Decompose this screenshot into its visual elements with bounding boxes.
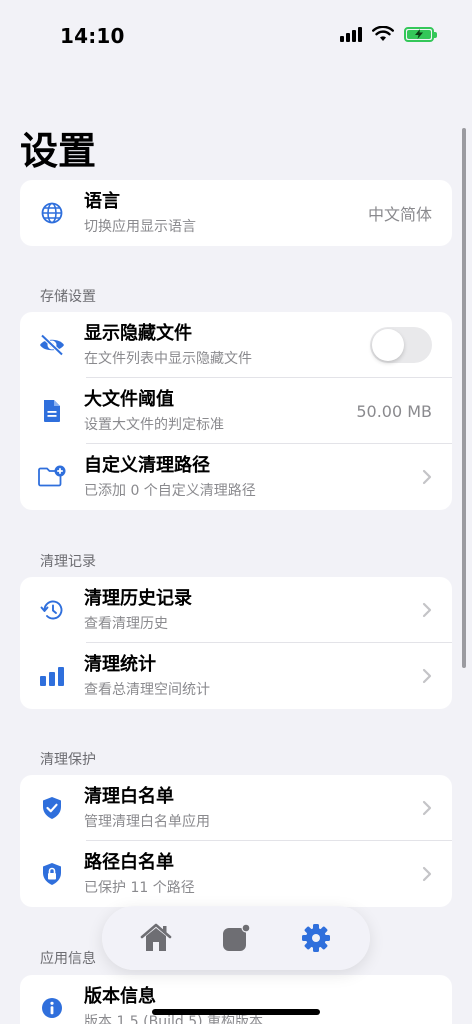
clean-statistics-subtitle: 查看总清理空间统计 [84,682,210,698]
records-group: 清理历史记录 查看清理历史 清理统计 查看总清理空间统计 [20,577,452,709]
version-info-row[interactable]: 版本信息 版本 1.5 (Build 5) 重构版本 [20,975,452,1024]
cellular-signal-icon [340,26,362,42]
custom-clean-paths-title: 自定义清理路径 [84,455,210,476]
clean-history-subtitle: 查看清理历史 [84,616,168,632]
app-badge-icon [223,923,251,951]
tab-bar [102,906,370,970]
history-icon [40,600,63,620]
shield-lock-icon [43,863,61,885]
tab-home[interactable] [126,914,186,962]
language-value: 中文简体 [367,205,432,224]
large-file-threshold-title: 大文件阈值 [84,389,174,410]
path-whitelist-row[interactable]: 路径白名单 已保护 11 个路径 [20,841,452,907]
show-hidden-files-title: 显示隐藏文件 [84,323,192,344]
eye-slash-icon [40,334,64,356]
path-whitelist-subtitle: 已保护 11 个路径 [84,880,195,896]
app-whitelist-row[interactable]: 清理白名单 管理清理白名单应用 [20,775,452,841]
tab-settings[interactable] [286,914,346,962]
show-hidden-files-toggle[interactable] [370,327,432,363]
battery-charging-icon [404,26,437,42]
protection-section-header: 清理保护 [40,752,96,768]
chevron-right-icon [422,668,432,684]
status-icons [340,26,437,42]
custom-clean-paths-subtitle: 已添加 0 个自定义清理路径 [84,483,256,499]
large-file-threshold-row[interactable]: 大文件阈值 设置大文件的判定标准 50.00 MB [20,378,452,444]
language-title: 语言 [84,191,120,212]
folder-add-icon [38,465,66,487]
large-file-threshold-value: 50.00 MB [356,401,432,421]
clean-statistics-title: 清理统计 [84,654,156,675]
home-icon [140,923,172,951]
records-section-header: 清理记录 [40,554,96,570]
show-hidden-files-subtitle: 在文件列表中显示隐藏文件 [84,351,252,367]
clean-history-row[interactable]: 清理历史记录 查看清理历史 [20,577,452,643]
app-info-group: 版本信息 版本 1.5 (Build 5) 重构版本 [20,975,452,1024]
show-hidden-files-row[interactable]: 显示隐藏文件 在文件列表中显示隐藏文件 [20,312,452,378]
home-indicator [152,1009,320,1015]
page-title: 设置 [20,129,97,173]
app-whitelist-title: 清理白名单 [84,786,174,807]
shield-check-icon [43,797,61,819]
path-whitelist-title: 路径白名单 [84,852,174,873]
app-info-section-header: 应用信息 [40,951,96,967]
language-subtitle: 切换应用显示语言 [84,219,196,235]
chevron-right-icon [422,469,432,485]
info-icon [42,998,62,1018]
wifi-icon [372,26,394,41]
storage-group: 显示隐藏文件 在文件列表中显示隐藏文件 大文件阈值 设置大文件的判定标准 50.… [20,312,452,510]
language-row[interactable]: 语言 切换应用显示语言 中文简体 [20,180,452,246]
chevron-right-icon [422,602,432,618]
language-group: 语言 切换应用显示语言 中文简体 [20,180,452,246]
version-info-title: 版本信息 [84,986,156,1007]
document-icon [44,400,60,422]
chevron-right-icon [422,800,432,816]
custom-clean-paths-row[interactable]: 自定义清理路径 已添加 0 个自定义清理路径 [20,444,452,510]
globe-icon [41,202,63,224]
clean-history-title: 清理历史记录 [84,588,192,609]
toggle-knob [372,329,404,361]
clean-statistics-row[interactable]: 清理统计 查看总清理空间统计 [20,643,452,709]
status-bar: 14:10 [0,0,472,70]
chevron-right-icon [422,866,432,882]
large-file-threshold-subtitle: 设置大文件的判定标准 [84,417,224,433]
storage-section-header: 存储设置 [40,289,96,305]
bar-chart-icon [40,667,64,686]
tab-app[interactable] [206,914,266,962]
protection-group: 清理白名单 管理清理白名单应用 路径白名单 已保护 11 个路径 [20,775,452,907]
gear-icon [302,924,330,952]
scroll-indicator[interactable] [462,128,466,668]
status-time: 14:10 [60,24,125,48]
settings-screen: 14:10 设置 语言 切换应用显示语言 中文简体 存储设置 显示隐藏文件 在文… [0,0,472,1024]
app-whitelist-subtitle: 管理清理白名单应用 [84,814,210,830]
